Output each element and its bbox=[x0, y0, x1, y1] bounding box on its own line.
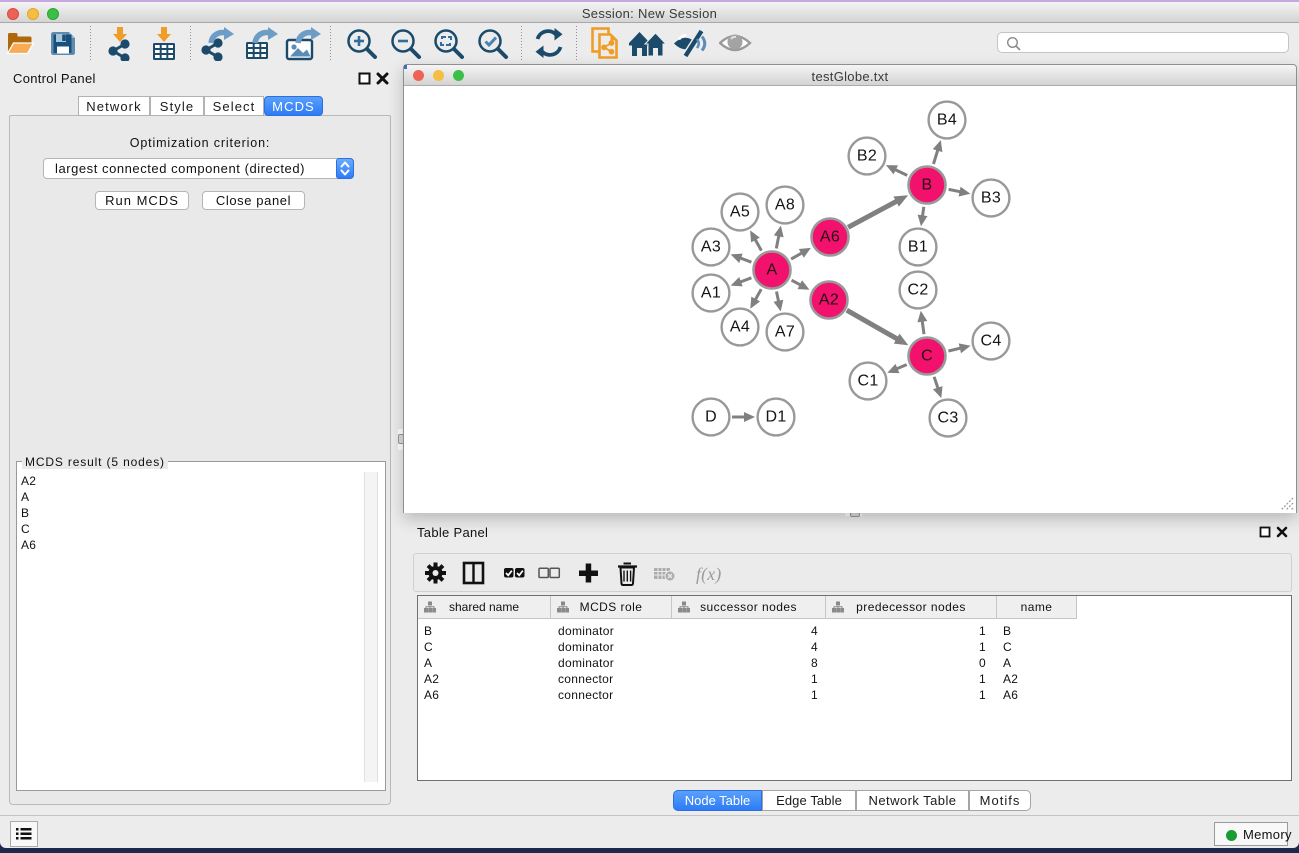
svg-text:B2: B2 bbox=[857, 148, 877, 165]
svg-text:A5: A5 bbox=[730, 204, 750, 221]
svg-text:A4: A4 bbox=[730, 319, 750, 336]
svg-text:C: C bbox=[921, 348, 933, 365]
svg-text:A: A bbox=[767, 262, 778, 279]
svg-text:A7: A7 bbox=[775, 324, 795, 341]
svg-text:B4: B4 bbox=[937, 112, 957, 129]
svg-text:A8: A8 bbox=[775, 197, 795, 214]
svg-text:D: D bbox=[705, 409, 717, 426]
svg-text:f(x): f(x) bbox=[696, 564, 722, 584]
svg-text:A6: A6 bbox=[820, 229, 840, 246]
svg-text:C2: C2 bbox=[907, 282, 928, 299]
svg-text:B3: B3 bbox=[981, 190, 1001, 207]
svg-text:C3: C3 bbox=[937, 410, 958, 427]
svg-text:B1: B1 bbox=[908, 239, 928, 256]
svg-text:C4: C4 bbox=[980, 333, 1001, 350]
svg-text:A3: A3 bbox=[701, 239, 721, 256]
svg-text:B: B bbox=[922, 177, 933, 194]
svg-text:A2: A2 bbox=[819, 292, 839, 309]
svg-text:D1: D1 bbox=[765, 409, 786, 426]
svg-text:C1: C1 bbox=[857, 373, 878, 390]
svg-text:A1: A1 bbox=[701, 285, 721, 302]
